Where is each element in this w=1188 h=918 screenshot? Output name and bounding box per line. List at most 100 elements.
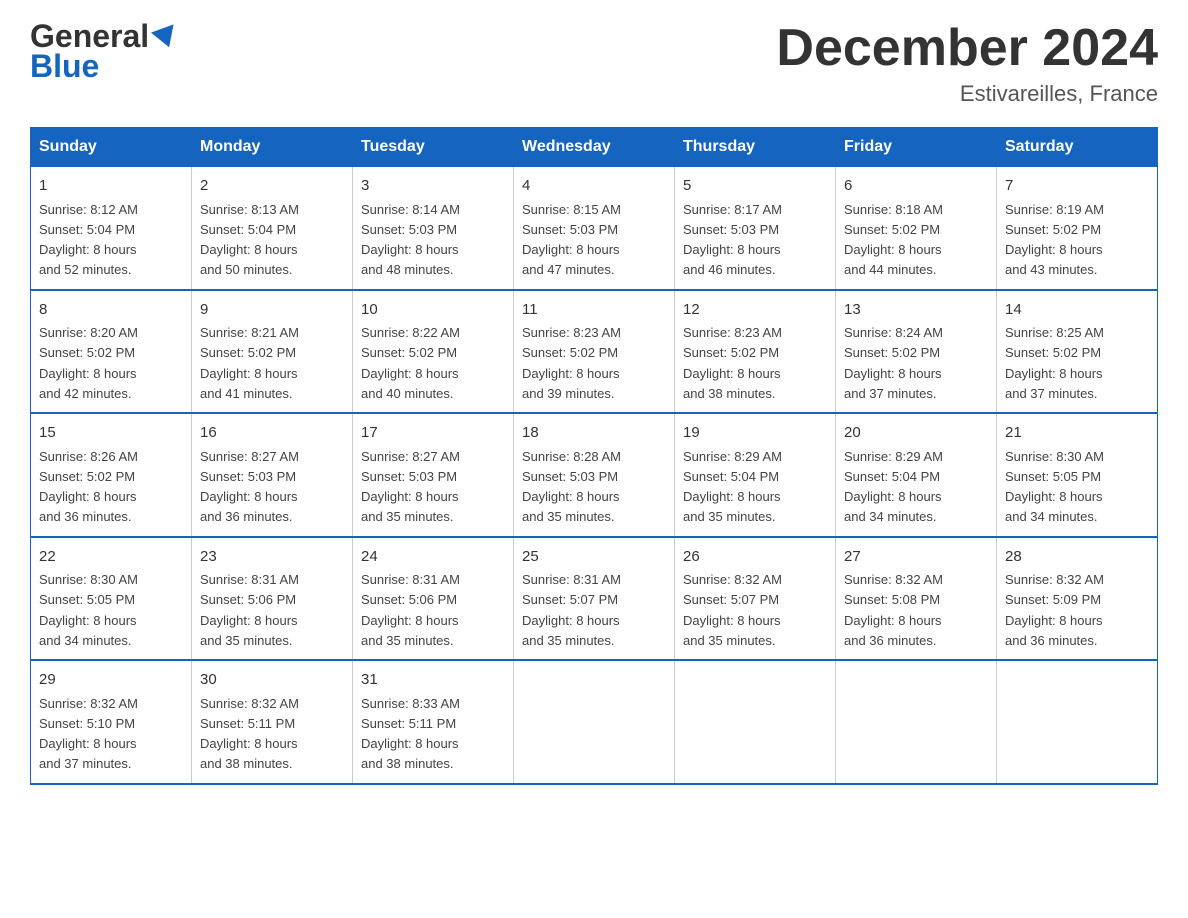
day-number: 13: [844, 299, 988, 322]
day-info: Sunrise: 8:29 AMSunset: 5:04 PMDaylight:…: [844, 449, 943, 525]
col-saturday: Saturday: [997, 128, 1158, 167]
day-info: Sunrise: 8:14 AMSunset: 5:03 PMDaylight:…: [361, 202, 460, 278]
page-header: General Blue December 2024 Estivareilles…: [30, 20, 1158, 107]
calendar-cell: [997, 660, 1158, 784]
day-number: 15: [39, 422, 183, 445]
calendar-cell: 7Sunrise: 8:19 AMSunset: 5:02 PMDaylight…: [997, 167, 1158, 290]
day-info: Sunrise: 8:17 AMSunset: 5:03 PMDaylight:…: [683, 202, 782, 278]
calendar-cell: 9 Sunrise: 8:21 AMSunset: 5:02 PMDaylight…: [192, 290, 353, 414]
calendar-cell: 1 Sunrise: 8:12 AMSunset: 5:04 PMDaylight…: [31, 167, 192, 290]
calendar-week-row: 29Sunrise: 8:32 AMSunset: 5:10 PMDayligh…: [31, 660, 1158, 784]
day-number: 17: [361, 422, 505, 445]
calendar-cell: 21 Sunrise: 8:30 AMSunset: 5:05 PMDayligh…: [997, 413, 1158, 537]
day-info: Sunrise: 8:32 AMSunset: 5:10 PMDaylight:…: [39, 696, 138, 772]
calendar-week-row: 15 Sunrise: 8:26 AMSunset: 5:02 PMDayligh…: [31, 413, 1158, 537]
day-number: 1: [39, 175, 183, 198]
day-number: 11: [522, 299, 666, 322]
calendar-cell: 14 Sunrise: 8:25 AMSunset: 5:02 PMDayligh…: [997, 290, 1158, 414]
calendar-cell: 11 Sunrise: 8:23 AMSunset: 5:02 PMDayligh…: [514, 290, 675, 414]
day-info: Sunrise: 8:25 AMSunset: 5:02 PMDaylight:…: [1005, 325, 1104, 401]
calendar-cell: 24 Sunrise: 8:31 AMSunset: 5:06 PMDayligh…: [353, 537, 514, 661]
day-number: 4: [522, 175, 666, 198]
calendar-cell: 15 Sunrise: 8:26 AMSunset: 5:02 PMDayligh…: [31, 413, 192, 537]
day-info: Sunrise: 8:12 AMSunset: 5:04 PMDaylight:…: [39, 202, 138, 278]
calendar-cell: 28Sunrise: 8:32 AMSunset: 5:09 PMDayligh…: [997, 537, 1158, 661]
calendar-cell: 6 Sunrise: 8:18 AMSunset: 5:02 PMDaylight…: [836, 167, 997, 290]
day-info: Sunrise: 8:27 AMSunset: 5:03 PMDaylight:…: [200, 449, 299, 525]
day-number: 19: [683, 422, 827, 445]
calendar-cell: 3Sunrise: 8:14 AMSunset: 5:03 PMDaylight…: [353, 167, 514, 290]
day-number: 23: [200, 546, 344, 569]
day-number: 24: [361, 546, 505, 569]
calendar-cell: 8Sunrise: 8:20 AMSunset: 5:02 PMDaylight…: [31, 290, 192, 414]
day-info: Sunrise: 8:19 AMSunset: 5:02 PMDaylight:…: [1005, 202, 1104, 278]
day-number: 27: [844, 546, 988, 569]
title-section: December 2024 Estivareilles, France: [776, 20, 1158, 107]
day-info: Sunrise: 8:27 AMSunset: 5:03 PMDaylight:…: [361, 449, 460, 525]
calendar-header-row: Sunday Monday Tuesday Wednesday Thursday…: [31, 128, 1158, 167]
day-info: Sunrise: 8:20 AMSunset: 5:02 PMDaylight:…: [39, 325, 138, 401]
day-info: Sunrise: 8:21 AMSunset: 5:02 PMDaylight:…: [200, 325, 299, 401]
day-info: Sunrise: 8:28 AMSunset: 5:03 PMDaylight:…: [522, 449, 621, 525]
day-number: 6: [844, 175, 988, 198]
calendar-cell: [836, 660, 997, 784]
calendar-table: Sunday Monday Tuesday Wednesday Thursday…: [30, 127, 1158, 785]
calendar-week-row: 8Sunrise: 8:20 AMSunset: 5:02 PMDaylight…: [31, 290, 1158, 414]
calendar-cell: [514, 660, 675, 784]
col-monday: Monday: [192, 128, 353, 167]
day-number: 31: [361, 669, 505, 692]
day-number: 14: [1005, 299, 1149, 322]
calendar-cell: 12 Sunrise: 8:23 AMSunset: 5:02 PMDayligh…: [675, 290, 836, 414]
calendar-cell: 30 Sunrise: 8:32 AMSunset: 5:11 PMDayligh…: [192, 660, 353, 784]
logo-blue-text: Blue: [30, 48, 99, 85]
page-title: December 2024: [776, 20, 1158, 77]
col-friday: Friday: [836, 128, 997, 167]
calendar-cell: 4 Sunrise: 8:15 AMSunset: 5:03 PMDaylight…: [514, 167, 675, 290]
day-info: Sunrise: 8:31 AMSunset: 5:06 PMDaylight:…: [361, 572, 460, 648]
day-info: Sunrise: 8:30 AMSunset: 5:05 PMDaylight:…: [39, 572, 138, 648]
day-info: Sunrise: 8:23 AMSunset: 5:02 PMDaylight:…: [522, 325, 621, 401]
calendar-cell: 26Sunrise: 8:32 AMSunset: 5:07 PMDayligh…: [675, 537, 836, 661]
day-info: Sunrise: 8:32 AMSunset: 5:07 PMDaylight:…: [683, 572, 782, 648]
calendar-cell: 16Sunrise: 8:27 AMSunset: 5:03 PMDayligh…: [192, 413, 353, 537]
logo: General Blue: [30, 20, 181, 85]
day-number: 21: [1005, 422, 1149, 445]
day-number: 22: [39, 546, 183, 569]
day-number: 5: [683, 175, 827, 198]
day-info: Sunrise: 8:23 AMSunset: 5:02 PMDaylight:…: [683, 325, 782, 401]
day-info: Sunrise: 8:15 AMSunset: 5:03 PMDaylight:…: [522, 202, 621, 278]
day-info: Sunrise: 8:31 AMSunset: 5:06 PMDaylight:…: [200, 572, 299, 648]
day-info: Sunrise: 8:26 AMSunset: 5:02 PMDaylight:…: [39, 449, 138, 525]
calendar-cell: 19Sunrise: 8:29 AMSunset: 5:04 PMDayligh…: [675, 413, 836, 537]
calendar-cell: 2Sunrise: 8:13 AMSunset: 5:04 PMDaylight…: [192, 167, 353, 290]
day-number: 25: [522, 546, 666, 569]
day-info: Sunrise: 8:13 AMSunset: 5:04 PMDaylight:…: [200, 202, 299, 278]
calendar-cell: 27 Sunrise: 8:32 AMSunset: 5:08 PMDayligh…: [836, 537, 997, 661]
calendar-cell: 18 Sunrise: 8:28 AMSunset: 5:03 PMDayligh…: [514, 413, 675, 537]
col-sunday: Sunday: [31, 128, 192, 167]
day-info: Sunrise: 8:33 AMSunset: 5:11 PMDaylight:…: [361, 696, 460, 772]
day-number: 18: [522, 422, 666, 445]
calendar-cell: 23 Sunrise: 8:31 AMSunset: 5:06 PMDayligh…: [192, 537, 353, 661]
day-info: Sunrise: 8:30 AMSunset: 5:05 PMDaylight:…: [1005, 449, 1104, 525]
calendar-cell: [675, 660, 836, 784]
calendar-cell: 5 Sunrise: 8:17 AMSunset: 5:03 PMDaylight…: [675, 167, 836, 290]
col-tuesday: Tuesday: [353, 128, 514, 167]
calendar-week-row: 1 Sunrise: 8:12 AMSunset: 5:04 PMDaylight…: [31, 167, 1158, 290]
calendar-cell: 20 Sunrise: 8:29 AMSunset: 5:04 PMDayligh…: [836, 413, 997, 537]
day-number: 9: [200, 299, 344, 322]
day-info: Sunrise: 8:32 AMSunset: 5:08 PMDaylight:…: [844, 572, 943, 648]
col-thursday: Thursday: [675, 128, 836, 167]
day-number: 12: [683, 299, 827, 322]
day-number: 20: [844, 422, 988, 445]
calendar-cell: 29Sunrise: 8:32 AMSunset: 5:10 PMDayligh…: [31, 660, 192, 784]
page-subtitle: Estivareilles, France: [776, 81, 1158, 107]
calendar-cell: 31 Sunrise: 8:33 AMSunset: 5:11 PMDayligh…: [353, 660, 514, 784]
calendar-cell: 10Sunrise: 8:22 AMSunset: 5:02 PMDayligh…: [353, 290, 514, 414]
day-info: Sunrise: 8:18 AMSunset: 5:02 PMDaylight:…: [844, 202, 943, 278]
calendar-cell: 22 Sunrise: 8:30 AMSunset: 5:05 PMDayligh…: [31, 537, 192, 661]
day-info: Sunrise: 8:22 AMSunset: 5:02 PMDaylight:…: [361, 325, 460, 401]
day-number: 30: [200, 669, 344, 692]
day-info: Sunrise: 8:32 AMSunset: 5:11 PMDaylight:…: [200, 696, 299, 772]
day-number: 28: [1005, 546, 1149, 569]
